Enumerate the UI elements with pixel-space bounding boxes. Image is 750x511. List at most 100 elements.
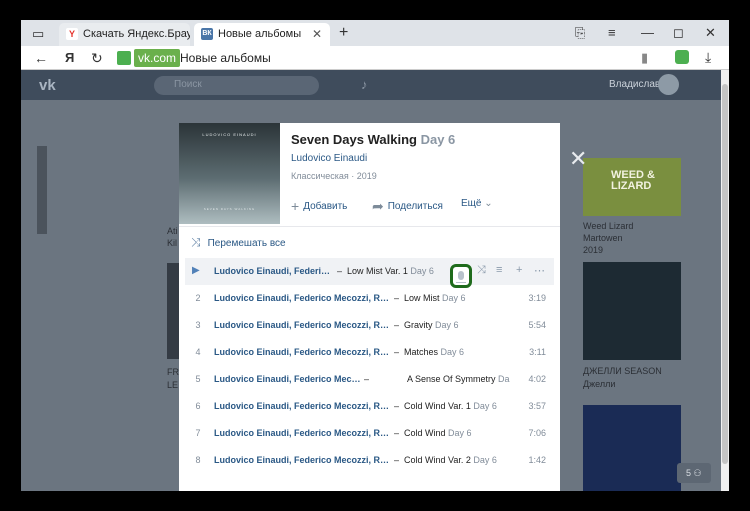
reload-icon[interactable]: ↻ <box>91 51 103 65</box>
vk-favicon-icon: ВК <box>201 28 213 40</box>
track-day: Day 6 <box>435 320 459 330</box>
track-row[interactable]: 4 Ludovico Einaudi, Federico Mecozzi, Red… <box>185 339 554 366</box>
track-dash: – <box>394 347 400 357</box>
bg-album-tile[interactable] <box>583 405 681 491</box>
track-day: Day 6 <box>442 293 466 303</box>
bookmarks-icon[interactable]: ⎘ <box>575 26 585 39</box>
vk-header: vk Поиск ♪ Владислав <box>21 70 721 100</box>
browser-window: ▭ Y Скачать Яндекс.Браузер д ВК Новые ал… <box>21 20 729 491</box>
track-dash: – <box>364 374 370 384</box>
scrollbar-thumb[interactable] <box>722 84 728 464</box>
track-artists[interactable]: Ludovico Einaudi, Federico Me... <box>214 266 333 276</box>
avatar[interactable] <box>658 74 679 95</box>
track-artists[interactable]: Ludovico Einaudi, Federico Mecozzi, Redi… <box>214 374 366 384</box>
more-button[interactable]: Ещё ⌄ <box>461 198 493 209</box>
track-dash: – <box>337 266 343 276</box>
album-genre[interactable]: Классическая <box>291 171 349 181</box>
track-title[interactable]: A Sense Of Symmetry Da <box>407 374 510 384</box>
vk-search-input[interactable]: Поиск <box>154 76 319 95</box>
album-title-text: Seven Days Walking <box>291 132 417 147</box>
track-title[interactable]: Cold Wind Var. 1 Day 6 <box>404 401 497 411</box>
plus-icon[interactable]: + <box>516 264 522 276</box>
track-title-text: Gravity <box>404 320 433 330</box>
track-row[interactable]: 6 Ludovico Einaudi, Federico Mecozzi, Red… <box>185 393 554 420</box>
minimize-icon[interactable]: — <box>641 26 654 39</box>
tab-yandex-download[interactable]: Y Скачать Яндекс.Браузер д <box>59 23 190 46</box>
track-row[interactable]: 7 Ludovico Einaudi, Federico Mecozzi, Red… <box>185 420 554 447</box>
user-name[interactable]: Владислав <box>609 79 660 90</box>
close-tab-icon[interactable]: ✕ <box>312 27 322 41</box>
close-modal-icon[interactable]: ✕ <box>569 148 587 170</box>
vk-logo-icon[interactable]: vk <box>39 77 56 94</box>
maximize-icon[interactable]: ◻ <box>673 26 684 39</box>
share-label: Поделиться <box>387 201 443 212</box>
track-artists[interactable]: Ludovico Einaudi, Federico Mecozzi, Redi… <box>214 401 390 411</box>
track-artists[interactable]: Ludovico Einaudi, Federico Mecozzi, Redi… <box>214 320 390 330</box>
track-number: 7 <box>195 428 201 438</box>
bg-label: Kil <box>167 238 178 248</box>
bg-label: FR <box>167 367 179 377</box>
track-duration: 7:06 <box>528 428 546 438</box>
add-button[interactable]: + Добавить <box>291 198 347 214</box>
bg-album-tile[interactable] <box>167 263 179 359</box>
yandex-icon[interactable]: Я <box>65 51 74 64</box>
address-bar: ← Я ↻ vk.com Новые альбомы ▮ ⤓ <box>21 46 729 70</box>
track-artists[interactable]: Ludovico Einaudi, Federico Mecozzi, Redi… <box>214 455 390 465</box>
track-title[interactable]: Cold Wind Day 6 <box>404 428 472 438</box>
back-icon[interactable]: ← <box>34 51 48 65</box>
share-icon: ➦ <box>372 198 384 214</box>
close-window-icon[interactable]: ✕ <box>705 26 716 39</box>
divider <box>179 226 560 227</box>
url-page-title[interactable]: Новые альбомы <box>180 51 271 65</box>
shuffle-icon[interactable]: ⤨ <box>477 264 486 277</box>
menu-icon[interactable]: ≡ <box>608 26 616 39</box>
tabs-panel-icon[interactable]: ▭ <box>32 27 44 40</box>
track-dash: – <box>394 455 400 465</box>
bell-icon[interactable]: ♪ <box>361 78 368 91</box>
album-modal: LUDOVICO EINAUDI SEVEN DAYS WALKING Seve… <box>179 123 560 491</box>
album-artist-link[interactable]: Ludovico Einaudi <box>291 153 367 164</box>
track-duration: 3:57 <box>528 401 546 411</box>
track-artists[interactable]: Ludovico Einaudi, Federico Mecozzi, Redi… <box>214 293 390 303</box>
play-icon[interactable]: ▶ <box>192 265 200 276</box>
bg-caption: Weed Lizard <box>583 221 634 231</box>
bookmark-icon[interactable]: ▮ <box>641 51 648 64</box>
track-title[interactable]: Cold Wind Var. 2 Day 6 <box>404 455 497 465</box>
track-day: Day 6 <box>410 266 434 276</box>
track-title[interactable]: Gravity Day 6 <box>404 320 459 330</box>
scrollbar[interactable] <box>721 70 729 491</box>
friends-online-badge[interactable]: 5 ⚇ <box>677 463 711 483</box>
track-title[interactable]: Low Mist Var. 1 Day 6 <box>347 266 434 276</box>
lock-icon[interactable] <box>117 51 131 65</box>
url-host[interactable]: vk.com <box>134 49 181 67</box>
tab-label: Скачать Яндекс.Браузер д <box>83 28 190 40</box>
track-row[interactable]: 3 Ludovico Einaudi, Federico Mecozzi, Red… <box>185 312 554 339</box>
track-title[interactable]: Matches Day 6 <box>404 347 464 357</box>
bg-album-weed-lizard[interactable]: WEED & LIZARD <box>583 158 681 216</box>
album-meta: Классическая · 2019 <box>291 171 377 181</box>
new-tab-icon[interactable]: + <box>339 25 348 41</box>
bg-label: Ati <box>167 226 178 236</box>
extension-icon[interactable] <box>675 50 689 64</box>
track-artists[interactable]: Ludovico Einaudi, Federico Mecozzi, Redi… <box>214 428 390 438</box>
track-row[interactable]: 2 Ludovico Einaudi, Federico Mecozzi, Red… <box>185 285 554 312</box>
track-duration: 5:54 <box>528 320 546 330</box>
bg-album-jelly-season[interactable] <box>583 262 681 360</box>
album-year: 2019 <box>356 171 377 181</box>
track-artists[interactable]: Ludovico Einaudi, Federico Mecozzi, Redi… <box>214 347 390 357</box>
track-row[interactable]: 5 Ludovico Einaudi, Federico Mecozzi, Red… <box>185 366 554 393</box>
share-button[interactable]: ➦ Поделиться <box>372 198 443 215</box>
track-row[interactable]: ▶ Ludovico Einaudi, Federico Me...–Low Mi… <box>185 258 554 288</box>
bg-caption: Джелли <box>583 379 616 389</box>
more-icon[interactable]: ⋯ <box>534 264 545 277</box>
weed-cover-title: WEED & LIZARD <box>611 169 655 192</box>
track-title-text: Cold Wind Var. 1 <box>404 401 471 411</box>
track-title[interactable]: Low Mist Day 6 <box>404 293 466 303</box>
tab-new-albums[interactable]: ВК Новые альбомы ✕ <box>194 23 330 46</box>
add-to-playlist-icon[interactable]: ≡ <box>496 264 502 276</box>
shuffle-all-button[interactable]: ⤨ Перемешать все <box>191 235 286 250</box>
download-icon[interactable]: ⤓ <box>705 50 711 64</box>
track-row[interactable]: 8 Ludovico Einaudi, Federico Mecozzi, Red… <box>185 447 554 474</box>
track-title-text: Low Mist Var. 1 <box>347 266 408 276</box>
bg-album-tile[interactable] <box>37 146 47 234</box>
